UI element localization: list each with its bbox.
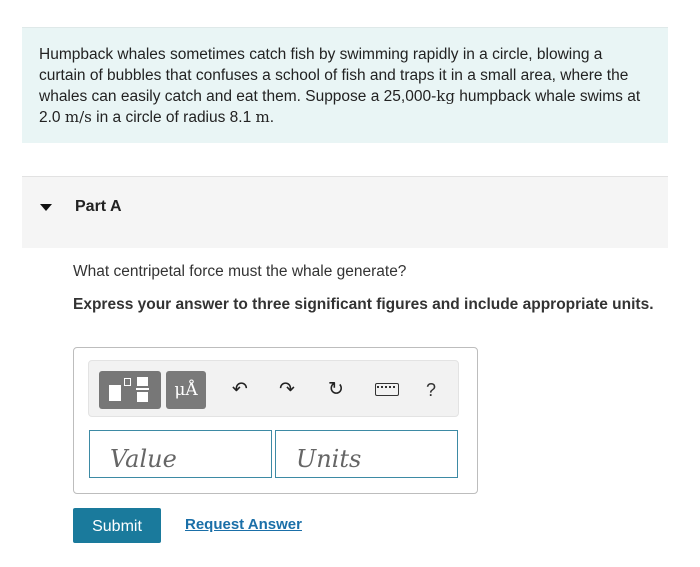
collapse-caret-icon[interactable] [40, 204, 52, 211]
reset-icon[interactable]: ↻ [322, 371, 350, 409]
instruction-text: Express your answer to three significant… [73, 296, 654, 313]
problem-text-3: in a circle of radius 8.1 [91, 109, 256, 126]
part-a-header[interactable]: Part A [22, 176, 668, 248]
undo-icon[interactable]: ↶ [226, 371, 254, 409]
math-toolbar: μÅ ↶ ↷ ↻ ? [88, 360, 459, 417]
templates-button[interactable] [99, 371, 161, 409]
fraction-icon [137, 377, 148, 386]
fraction-icon-bottom [137, 392, 148, 402]
mass-unit: kg [436, 87, 455, 105]
template-icon [109, 385, 121, 401]
value-input[interactable] [89, 430, 272, 478]
keyboard-icon[interactable] [370, 371, 406, 409]
speed-unit: m/s [64, 108, 92, 126]
question-text: What centripetal force must the whale ge… [73, 263, 407, 280]
radius-unit: m [255, 108, 270, 126]
help-button[interactable]: ? [417, 371, 445, 409]
keyboard-shape [375, 383, 399, 396]
units-button[interactable]: μÅ [166, 371, 206, 409]
problem-text-4: . [269, 109, 275, 126]
part-title: Part A [75, 198, 122, 215]
problem-statement: Humpback whales sometimes catch fish by … [22, 27, 668, 143]
answer-box: μÅ ↶ ↷ ↻ ? [73, 347, 478, 494]
redo-icon[interactable]: ↷ [273, 371, 301, 409]
submit-button[interactable]: Submit [73, 508, 161, 543]
units-input[interactable] [275, 430, 458, 478]
fraction-bar [136, 388, 149, 390]
request-answer-link[interactable]: Request Answer [185, 516, 302, 533]
template-icon-box [124, 378, 131, 386]
